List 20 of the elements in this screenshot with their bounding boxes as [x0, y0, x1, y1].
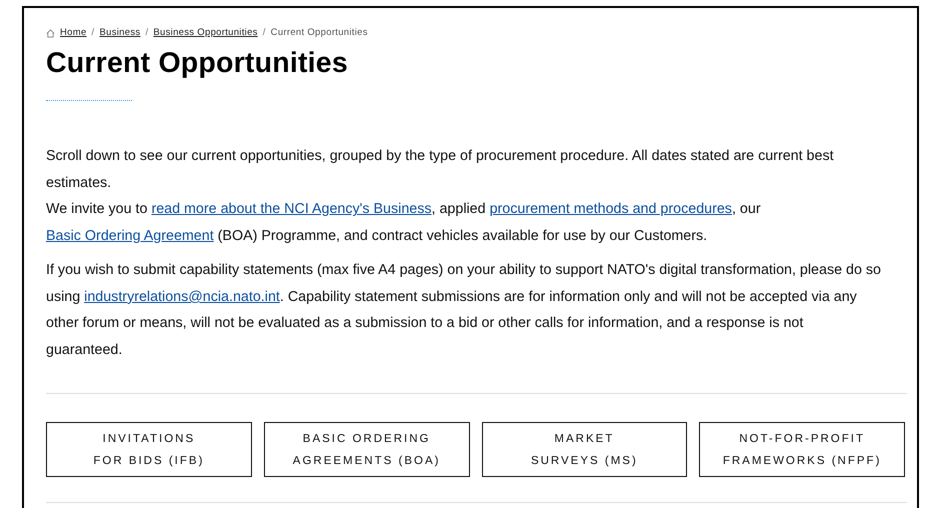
home-icon[interactable] [46, 28, 55, 38]
text-link[interactable]: Basic Ordering Agreement [46, 228, 214, 244]
breadcrumb-link[interactable]: Business [100, 26, 140, 40]
paragraph: If you wish to submit capability statements (max five A4 pages) on your ability to support NATO's digital transformation, please do so using industryrelations@ncia.nato.int. Capability statement submissions are for information only and will not be accepted via any other forum or means, will not be evaluated as a submission to a bid or other calls for information, and a response is not guaranteed. [46, 261, 881, 360]
page-title: Current Opportunities [46, 46, 349, 80]
breadcrumb-link[interactable]: Home [60, 26, 87, 40]
procedure-button[interactable]: INVITATIONS FOR BIDS (IFB) [46, 422, 252, 478]
text-link[interactable]: procurement methods and procedures [490, 201, 732, 218]
breadcrumb-link[interactable]: Business Opportunities [153, 26, 258, 40]
paragraph: Scroll down to see our current opportunities, grouped by the type of procurement procedure. All dates stated are current best estimates. [46, 147, 835, 193]
breadcrumb-separator: / [262, 26, 266, 40]
procedure-button[interactable]: BASIC ORDERING AGREEMENTS (BOA) [264, 422, 470, 478]
breadcrumb-separator: / [92, 26, 94, 40]
breadcrumb-current: Current Opportunities [270, 26, 368, 40]
procedure-button[interactable]: MARKET SURVEYS (MS) [482, 422, 688, 478]
breadcrumb-separator: / [145, 26, 148, 40]
text-link[interactable]: industryrelations@ncia.nato.int [84, 288, 280, 305]
text-link[interactable]: read more about the NCI Agency's Business [151, 201, 432, 218]
procedure-button[interactable]: NOT-FOR-PROFIT FRAMEWORKS (NFPF) [699, 422, 905, 478]
paragraph: We invite you to read more about the NCI Agency's Business, applied procurement methods and procedures, our Basic Ordering Agreement (BOA) Programme, and contract vehicles available for use by our Customers. [46, 200, 762, 246]
